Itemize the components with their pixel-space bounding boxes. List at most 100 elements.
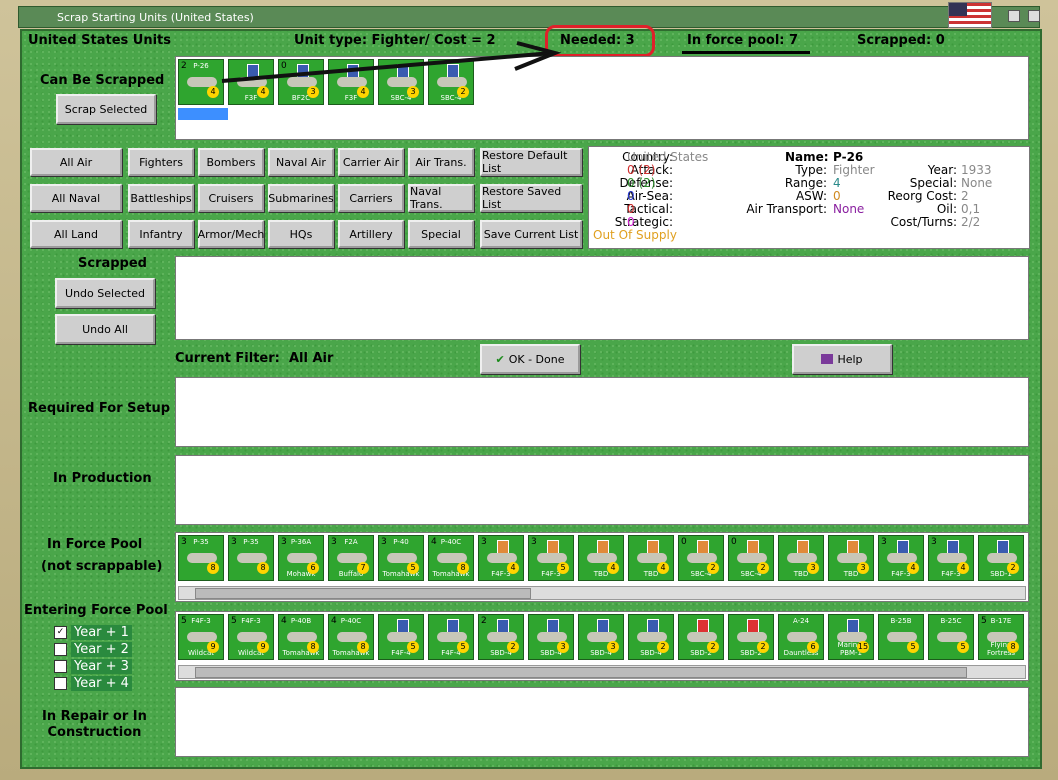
unit-name: P-40: [393, 538, 409, 546]
filter-naval-trans--button[interactable]: Naval Trans.: [408, 184, 474, 212]
unit-counter[interactable]: SBD-2 2: [728, 614, 774, 660]
filter-restore-default-list-button[interactable]: Restore Default List: [480, 148, 582, 176]
year-checkbox-3[interactable]: Year + 3: [54, 659, 132, 674]
filter-save-current-list-button[interactable]: Save Current List: [480, 220, 582, 248]
unit-shield-icon: [447, 619, 459, 633]
unit-counter[interactable]: SBD-4 3: [578, 614, 624, 660]
filter-armor-mech-button[interactable]: Armor/Mech: [198, 220, 264, 248]
unit-counter[interactable]: 3 F4F-3 4: [878, 535, 924, 581]
unit-counter[interactable]: 3 F4F-3 5: [528, 535, 574, 581]
unit-counter[interactable]: 4 P-40C Tomahawk 8: [428, 535, 474, 581]
repair-list[interactable]: [175, 687, 1029, 757]
unit-counter[interactable]: TBD 4: [578, 535, 624, 581]
unit-counter[interactable]: A-24 Dauntless 6: [778, 614, 824, 660]
filter-hqs-button[interactable]: HQs: [268, 220, 334, 248]
filter-submarines-button[interactable]: Submarines: [268, 184, 334, 212]
filter-carrier-air-button[interactable]: Carrier Air: [338, 148, 404, 176]
unit-strength: 3: [481, 537, 487, 547]
unit-name: P-35: [193, 538, 209, 546]
unit-counter[interactable]: 0 SBC-4 2: [728, 535, 774, 581]
unit-counter[interactable]: F4F-4 5: [428, 614, 474, 660]
scrapped-label: Scrapped: [78, 256, 147, 271]
unit-shield-icon: [697, 619, 709, 633]
year-checkbox-2[interactable]: Year + 2: [54, 642, 132, 657]
year-checkbox-1[interactable]: ✓ Year + 1: [54, 625, 132, 640]
checkbox-box[interactable]: [54, 643, 67, 656]
filter-battleships-button[interactable]: Battleships: [128, 184, 194, 212]
filter-bombers-button[interactable]: Bombers: [198, 148, 264, 176]
filter-cruisers-button[interactable]: Cruisers: [198, 184, 264, 212]
unit-counter[interactable]: TBD 3: [828, 535, 874, 581]
unit-counter[interactable]: 0 SBC-4 2: [678, 535, 724, 581]
filter-all-naval-button[interactable]: All Naval: [30, 184, 122, 212]
unit-shield-icon: [597, 619, 609, 633]
unit-strength: 3: [531, 537, 537, 547]
force-pool-strip[interactable]: 3 P-35 8 3 P-35 8 3 P-36A Mohawk 6 3 F2A Buffalo 73…: [175, 532, 1029, 602]
unit-counter[interactable]: 3 F4F-3 4: [928, 535, 974, 581]
unit-counter[interactable]: 3 P-35 8: [228, 535, 274, 581]
unit-value-badge: 3: [557, 641, 569, 653]
unit-counter[interactable]: SBD-4 2: [628, 614, 674, 660]
unit-value-badge: 2: [1007, 562, 1019, 574]
unit-counter[interactable]: F4F-4 5: [378, 614, 424, 660]
filter-artillery-button[interactable]: Artillery: [338, 220, 404, 248]
unit-counter[interactable]: SBD-2 2: [678, 614, 724, 660]
filter-restore-saved-list-button[interactable]: Restore Saved List: [480, 184, 582, 212]
unit-counter[interactable]: TBD 3: [778, 535, 824, 581]
scrapped-list[interactable]: [175, 256, 1029, 340]
undo-selected-button[interactable]: Undo Selected: [55, 278, 155, 308]
unit-value-badge: 5: [907, 641, 919, 653]
scrap-selected-button[interactable]: Scrap Selected: [56, 94, 156, 124]
unit-counter[interactable]: 4 P-40B Tomahawk 8: [278, 614, 324, 660]
unit-value-badge: 8: [357, 641, 369, 653]
unit-name: B-17E: [990, 617, 1012, 625]
undo-all-button[interactable]: Undo All: [55, 314, 155, 344]
unit-name: P-40B: [290, 617, 312, 625]
in-production-list[interactable]: [175, 455, 1029, 525]
unit-counter[interactable]: 3 F4F-3 4: [478, 535, 524, 581]
unit-value-badge: 2: [757, 641, 769, 653]
ok-done-label: OK - Done: [508, 352, 565, 366]
unit-counter[interactable]: TBD 4: [628, 535, 674, 581]
unit-counter[interactable]: 5 F4F-3 Wildcat 9: [228, 614, 274, 660]
filter-carriers-button[interactable]: Carriers: [338, 184, 404, 212]
unit-counter[interactable]: 3 P-36A Mohawk 6: [278, 535, 324, 581]
ok-done-button[interactable]: ✔ OK - Done: [480, 344, 580, 374]
minimize-icon[interactable]: [1008, 10, 1020, 22]
unit-strength: 0: [681, 537, 687, 547]
entering-scroll-thumb[interactable]: [195, 667, 967, 678]
unit-counter[interactable]: SBD-1 2: [978, 535, 1024, 581]
required-setup-list[interactable]: [175, 377, 1029, 447]
year-checkbox-4[interactable]: Year + 4: [54, 676, 132, 691]
force-pool-scrollbar[interactable]: [178, 586, 1026, 600]
unit-counter[interactable]: B-25C 5: [928, 614, 974, 660]
unit-counter[interactable]: 3 F2A Buffalo 7: [328, 535, 374, 581]
checkbox-box[interactable]: [54, 677, 67, 690]
filter-infantry-button[interactable]: Infantry: [128, 220, 194, 248]
unit-counter[interactable]: 3 P-35 8: [178, 535, 224, 581]
force-pool-scroll-thumb[interactable]: [195, 588, 531, 599]
filter-special-button[interactable]: Special: [408, 220, 474, 248]
maximize-icon[interactable]: [1028, 10, 1040, 22]
help-button[interactable]: Help: [792, 344, 892, 374]
entering-scrollbar[interactable]: [178, 665, 1026, 679]
unit-counter[interactable]: 2 SBD-4 2: [478, 614, 524, 660]
unit-counter[interactable]: 4 P-40C Tomahawk 8: [328, 614, 374, 660]
entering-strip[interactable]: 5 F4F-3 Wildcat 9 5 F4F-3 Wildcat 9 4 P-40B Toma…: [175, 611, 1029, 681]
filter-all-land-button[interactable]: All Land: [30, 220, 122, 248]
unit-counter[interactable]: 5 F4F-3 Wildcat 9: [178, 614, 224, 660]
filter-fighters-button[interactable]: Fighters: [128, 148, 194, 176]
unit-counter[interactable]: 5 B-17E Flying Fortress 8: [978, 614, 1024, 660]
checkbox-box[interactable]: ✓: [54, 626, 67, 639]
unit-shield-icon: [397, 619, 409, 633]
unit-name: F4F-3: [191, 617, 211, 625]
unit-counter[interactable]: 3 P-40 Tomahawk 5: [378, 535, 424, 581]
checkbox-box[interactable]: [54, 660, 67, 673]
unit-counter[interactable]: Mariner PBM-1 15: [828, 614, 874, 660]
unit-name: P-35: [243, 538, 259, 546]
unit-counter[interactable]: SBD-4 3: [528, 614, 574, 660]
filter-naval-air-button[interactable]: Naval Air: [268, 148, 334, 176]
filter-air-trans--button[interactable]: Air Trans.: [408, 148, 474, 176]
filter-all-air-button[interactable]: All Air: [30, 148, 122, 176]
unit-counter[interactable]: B-25B 5: [878, 614, 924, 660]
